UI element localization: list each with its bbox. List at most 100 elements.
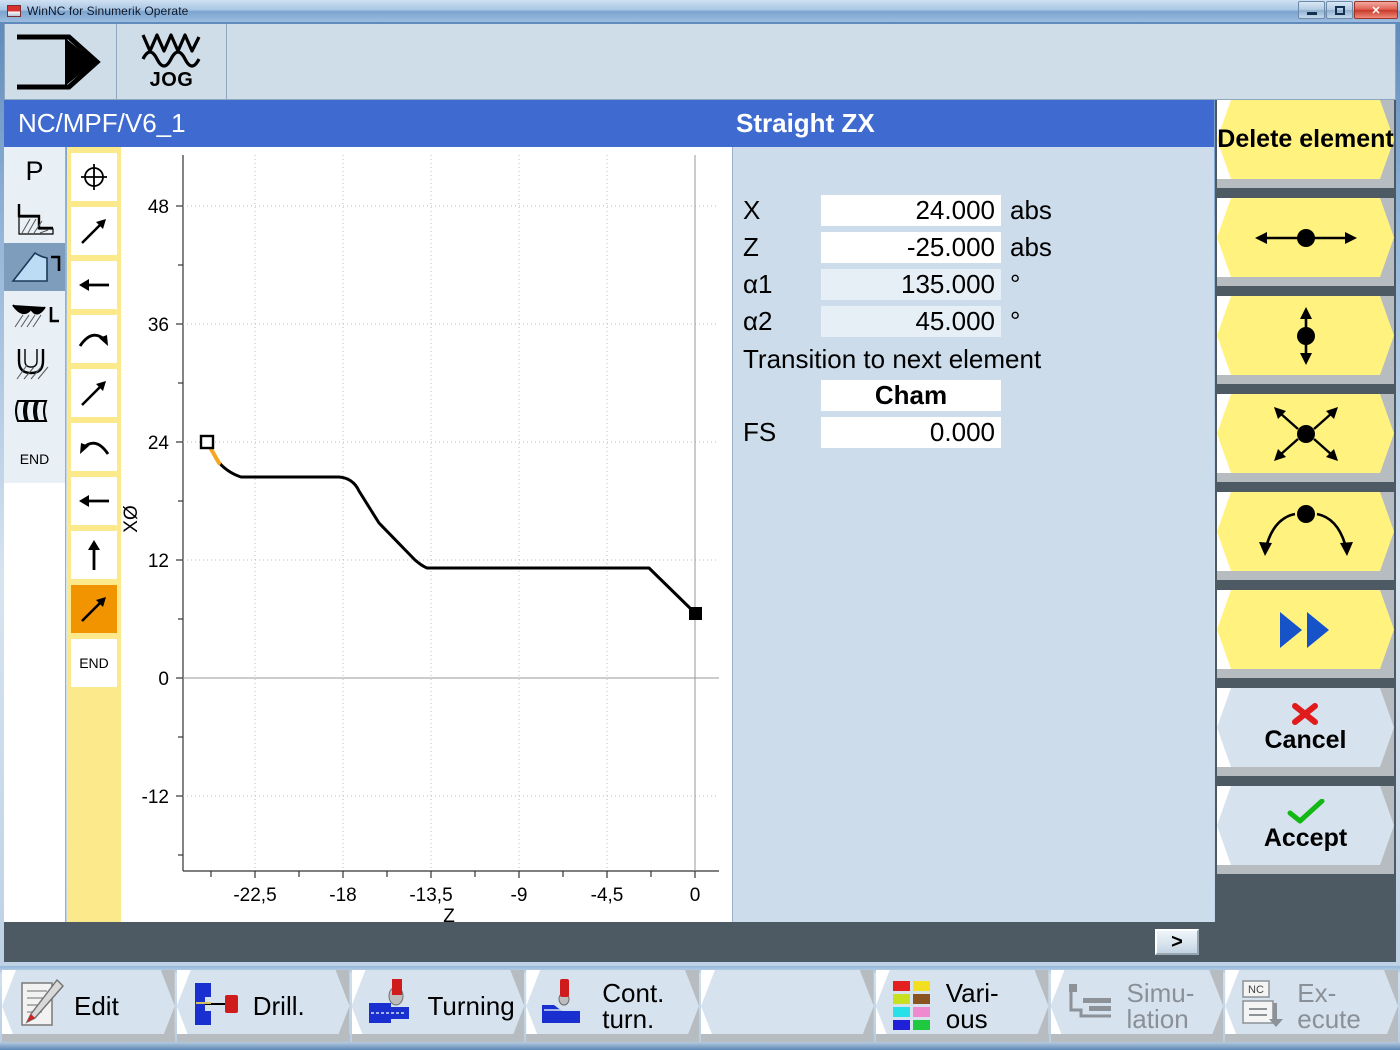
contour-chart: 48 36 24 12 0 -12 -22,5 -18 -13,5 -9 -4,… — [121, 155, 719, 922]
chart-gridlines-x — [254, 155, 608, 871]
taskbar-button-simulation[interactable]: Simu- lation — [1050, 970, 1224, 1042]
taskbar-label-cont-turn: Cont. turn. — [602, 978, 665, 1034]
svg-text:-13,5: -13,5 — [409, 885, 452, 906]
jog-wave-icon — [141, 33, 200, 68]
rail-item-program-end[interactable]: END — [4, 435, 65, 483]
rail-item-contour-groove[interactable] — [4, 291, 65, 339]
softkey-next-page[interactable] — [1217, 590, 1394, 678]
jog-label: JOG — [149, 69, 194, 91]
taskbar-button-edit[interactable]: Edit — [2, 970, 175, 1042]
param-input-z[interactable]: -25.000 — [821, 232, 1001, 263]
taskbar-label-edit: Edit — [74, 991, 119, 1021]
softkey-shadow — [1217, 865, 1394, 874]
contour-line-diag-button-1[interactable] — [71, 207, 117, 255]
param-label-fs: FS — [743, 417, 777, 447]
line-up-icon — [88, 540, 100, 570]
softkey-shadow — [1217, 767, 1394, 776]
minimize-button[interactable] — [1298, 1, 1325, 19]
channel-button[interactable] — [5, 24, 117, 99]
contour-end-button[interactable]: END — [71, 639, 117, 687]
chart-xticks — [210, 871, 696, 878]
taskbar-button-drill[interactable]: Drill. — [176, 970, 350, 1042]
arrows-vertical-icon — [1296, 306, 1315, 365]
contour-groove-icon — [11, 304, 59, 328]
taskbar-label-execute: Ex- ecute — [1297, 978, 1361, 1034]
rail-item-contour-step[interactable] — [4, 195, 65, 243]
contour-turn-icon — [540, 977, 594, 1036]
line-left-icon — [79, 279, 109, 291]
softkey-accept[interactable]: Accept — [1217, 786, 1394, 874]
contour-preview-panel: 48 36 24 12 0 -12 -22,5 -18 -13,5 -9 -4,… — [121, 147, 733, 922]
contour-step-icon — [17, 204, 54, 235]
taskbar-label-turning: Turning — [427, 991, 515, 1021]
svg-text:12: 12 — [148, 551, 169, 572]
mode-toolbar-empty — [227, 24, 1395, 99]
param-row-x: X 24.000 abs — [743, 192, 1214, 229]
arrows-diagonal-icon — [1273, 406, 1338, 461]
green-check-icon — [1287, 799, 1324, 824]
jog-mode-button[interactable]: JOG — [117, 24, 227, 99]
param-unit-alpha2: ° — [1010, 306, 1021, 336]
softkey-forward-button[interactable]: > — [1155, 929, 1199, 955]
contour-arc-ccw-button[interactable] — [71, 423, 117, 471]
softkey-shadow — [1217, 473, 1394, 482]
param-label-x: X — [743, 195, 761, 225]
contour-line-left-button-1[interactable] — [71, 261, 117, 309]
softkey-cancel[interactable]: Cancel — [1217, 688, 1394, 776]
rail-item-contour-undercut[interactable] — [4, 339, 65, 387]
contour-line-diag-button-2[interactable] — [71, 369, 117, 417]
contour-line-up-button[interactable] — [71, 531, 117, 579]
app-icon — [7, 5, 21, 17]
svg-text:-9: -9 — [511, 885, 528, 906]
svg-text:0: 0 — [690, 885, 701, 906]
rail-item-contour-thread[interactable] — [4, 387, 65, 435]
param-row-alpha1: α1 135.000 ° — [743, 266, 1214, 303]
svg-text:-12: -12 — [142, 787, 169, 808]
softkey-shadow — [1217, 179, 1394, 188]
contour-arc-cw-button[interactable] — [71, 315, 117, 363]
taskbar-button-turning[interactable]: Turning — [351, 970, 525, 1042]
transition-select[interactable]: Cham — [821, 380, 1001, 411]
nc-execute-icon: NC — [1239, 977, 1289, 1036]
svg-text:0: 0 — [158, 669, 169, 690]
svg-text:24: 24 — [148, 433, 170, 454]
chart-xlabel: Z — [443, 906, 455, 922]
softkey-move-horizontal[interactable] — [1217, 198, 1394, 286]
taskbar-button-execute[interactable]: NC Ex- ecute — [1225, 970, 1398, 1042]
contour-start-point-button[interactable] — [71, 153, 117, 201]
arc-cw-icon — [78, 333, 108, 347]
param-input-x[interactable]: 24.000 — [821, 195, 1001, 226]
softkey-delete-element-label: Delete element — [1217, 125, 1394, 154]
taskbar-button-cont-turn[interactable]: Cont. turn. — [526, 970, 699, 1042]
contour-line-diag-selected-button[interactable] — [71, 585, 117, 633]
softkey-shadow — [1217, 277, 1394, 286]
simulation-icon — [1065, 980, 1119, 1033]
softkey-delete-element[interactable]: Delete element — [1217, 100, 1394, 188]
chart-ytick-labels: 48 36 24 12 0 -12 — [142, 197, 170, 808]
chart-gridlines-y — [183, 205, 719, 797]
program-start-label: P — [25, 155, 44, 186]
param-unit-alpha1: ° — [1010, 269, 1021, 299]
softkey-move-diagonal[interactable] — [1217, 394, 1394, 482]
page-title: Straight ZX — [736, 108, 875, 138]
rail-item-program-start[interactable]: P — [4, 147, 65, 195]
line-diagonal-up2-icon — [81, 381, 106, 406]
end-marker — [689, 607, 702, 620]
close-button[interactable]: ✕ — [1354, 1, 1398, 19]
pole-start-icon — [81, 164, 107, 190]
rail-item-contour-straight[interactable] — [4, 243, 65, 291]
winnc-application: WinNC for Sinumerik Operate ✕ JOG NC/MPF… — [0, 0, 1400, 1050]
svg-text:-22,5: -22,5 — [233, 885, 276, 906]
softkey-move-arc[interactable] — [1217, 492, 1394, 580]
param-input-fs[interactable]: 0.000 — [821, 417, 1001, 448]
mode-toolbar: JOG — [4, 24, 1396, 100]
param-input-alpha1[interactable]: 135.000 — [821, 269, 1001, 300]
param-input-alpha2[interactable]: 45.000 — [821, 306, 1001, 337]
taskbar-button-blank[interactable] — [701, 970, 874, 1042]
softkey-move-vertical[interactable] — [1217, 296, 1394, 384]
maximize-button[interactable] — [1326, 1, 1353, 19]
contour-line-left-button-2[interactable] — [71, 477, 117, 525]
taskbar-button-various[interactable]: Vari- ous — [875, 970, 1049, 1042]
param-row-transition: Cham — [743, 377, 1214, 414]
softkey-cancel-label: Cancel — [1264, 726, 1347, 755]
